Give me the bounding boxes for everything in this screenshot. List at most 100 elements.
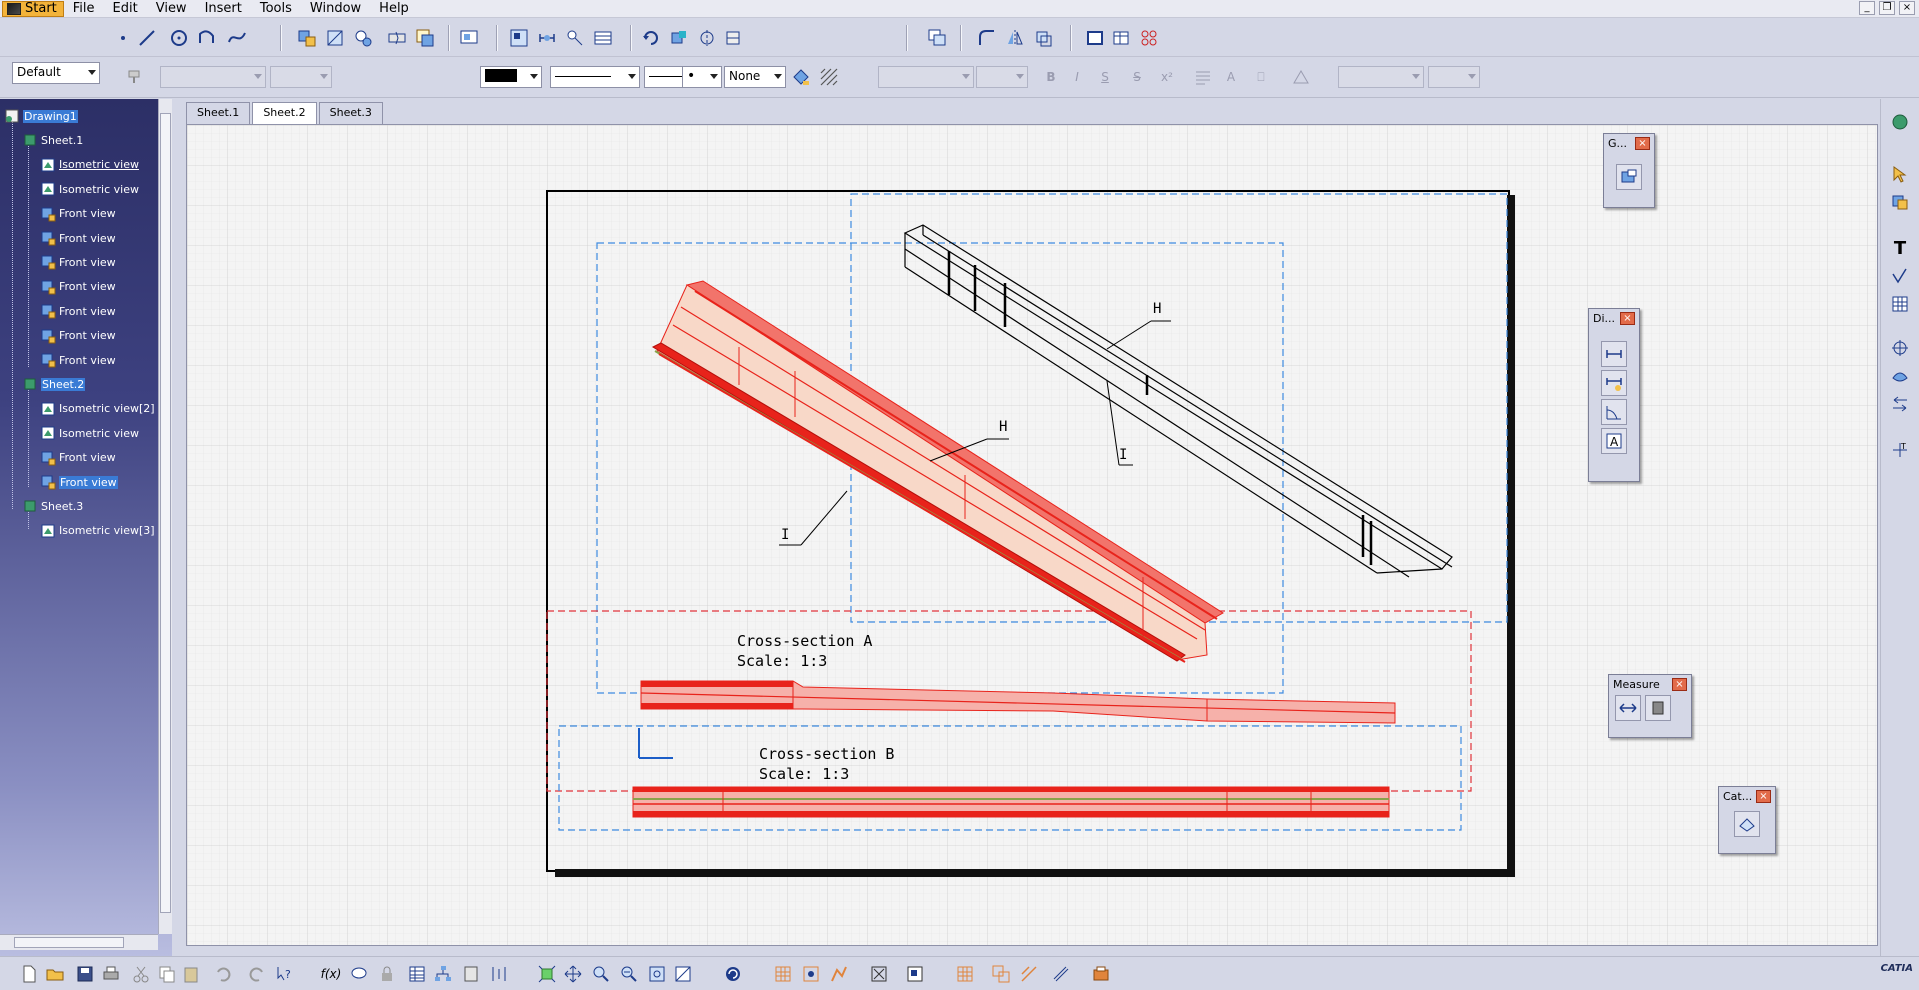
circle-icon[interactable] <box>168 27 190 49</box>
whats-this-icon[interactable]: ? <box>274 963 296 985</box>
text-size-combo[interactable] <box>976 66 1028 88</box>
translate-icon[interactable] <box>1032 27 1054 49</box>
tree-horizontal-scrollbar[interactable] <box>0 934 158 950</box>
geometry-palette-titlebar[interactable]: G... × <box>1604 134 1654 152</box>
new-view-icon[interactable] <box>296 27 318 49</box>
position-text-icon[interactable]: T <box>1889 439 1911 461</box>
text-font-combo[interactable] <box>878 66 974 88</box>
dimension-angle-button[interactable] <box>1601 399 1627 425</box>
mirror-icon[interactable] <box>1004 27 1026 49</box>
dimension-generation-icon[interactable] <box>536 27 558 49</box>
sheet-nav-icon[interactable] <box>1889 191 1911 213</box>
geometry-palette-tool[interactable] <box>1616 164 1642 190</box>
section-view-icon[interactable] <box>324 27 346 49</box>
close-icon[interactable]: × <box>1672 677 1687 691</box>
dimension-precision-combo[interactable] <box>1428 66 1480 88</box>
dimension-display-icon[interactable] <box>1018 963 1040 985</box>
color-combo[interactable] <box>480 66 542 88</box>
catalog-icon[interactable] <box>460 963 482 985</box>
menu-start[interactable]: Start <box>2 0 64 17</box>
style-combo[interactable]: Default <box>12 62 100 84</box>
catalog-palette-titlebar[interactable]: Cat... × <box>1719 787 1775 805</box>
tree-node[interactable]: Front view <box>40 278 116 296</box>
copy-icon[interactable] <box>156 963 178 985</box>
save-icon[interactable] <box>74 963 96 985</box>
lock-view-icon[interactable] <box>1050 963 1072 985</box>
tree-node[interactable]: Isometric view <box>40 156 139 174</box>
zoom-in-icon[interactable] <box>590 963 612 985</box>
tree-node[interactable]: Front view <box>40 449 116 467</box>
point-icon[interactable] <box>112 27 134 49</box>
tree-scroll-thumb[interactable] <box>160 113 171 913</box>
table-icon[interactable] <box>1110 27 1132 49</box>
underline-icon[interactable]: S <box>1094 66 1116 88</box>
font-size-combo[interactable] <box>270 66 332 88</box>
menu-view[interactable]: View <box>147 1 196 16</box>
window-cascade-icon[interactable] <box>926 27 948 49</box>
minimize-button[interactable]: _ <box>1859 1 1875 15</box>
comment-icon[interactable] <box>348 963 370 985</box>
tree-node[interactable]: Front view <box>40 351 116 369</box>
close-icon[interactable]: × <box>1635 136 1650 150</box>
hierarchy-icon[interactable] <box>432 963 454 985</box>
profile-icon[interactable] <box>196 27 218 49</box>
pattern-combo[interactable]: None <box>724 66 786 88</box>
redo-icon[interactable] <box>246 963 268 985</box>
zoom-area-icon[interactable] <box>646 963 668 985</box>
select-arrow-icon[interactable] <box>1889 163 1911 185</box>
bold-icon[interactable]: B <box>1040 66 1062 88</box>
print-icon[interactable] <box>100 963 122 985</box>
update-icon[interactable] <box>640 27 662 49</box>
view-layout-icon[interactable] <box>904 963 926 985</box>
point-symbol-combo[interactable]: • <box>682 66 722 88</box>
tree-node[interactable]: Isometric view <box>40 424 139 442</box>
tab-sheet-1[interactable]: Sheet.1 <box>186 102 251 124</box>
paint-bucket-icon[interactable] <box>790 66 812 88</box>
refresh-icon[interactable] <box>722 963 744 985</box>
filter-icon[interactable] <box>868 963 890 985</box>
tree-vertical-scrollbar[interactable] <box>158 99 172 934</box>
analysis-icon[interactable] <box>488 963 510 985</box>
pan-icon[interactable] <box>562 963 584 985</box>
menu-help[interactable]: Help <box>370 1 418 16</box>
dimension-tool-button[interactable] <box>1601 341 1627 367</box>
thread-icon[interactable] <box>722 27 744 49</box>
dimension-chain-button[interactable] <box>1601 370 1627 396</box>
table-tool-icon[interactable] <box>1889 293 1911 315</box>
close-window-button[interactable]: × <box>1899 1 1915 15</box>
tree-node[interactable]: Front view <box>40 229 116 247</box>
tree-hscroll-thumb[interactable] <box>14 937 124 948</box>
dress-up-icon[interactable] <box>668 27 690 49</box>
grid-snap-icon[interactable] <box>1138 27 1160 49</box>
tree-node[interactable]: Sheet.2 <box>22 375 86 393</box>
tree-node[interactable]: Front view <box>40 302 116 320</box>
text-justify-icon[interactable] <box>1192 66 1214 88</box>
restore-button[interactable]: ❐ <box>1879 1 1895 15</box>
menu-window[interactable]: Window <box>301 1 370 16</box>
bill-of-material-icon[interactable] <box>592 27 614 49</box>
italic-icon[interactable]: I <box>1066 66 1088 88</box>
menu-tools[interactable]: Tools <box>251 1 301 16</box>
balloon-generation-icon[interactable] <box>564 27 586 49</box>
sheet-layout-icon[interactable] <box>508 27 530 49</box>
roughness-icon[interactable] <box>1889 265 1911 287</box>
text-tool-icon[interactable]: T <box>1889 237 1911 259</box>
area-fill-icon[interactable] <box>1889 365 1911 387</box>
print-area-icon[interactable] <box>1090 963 1112 985</box>
measure-palette-titlebar[interactable]: Measure × <box>1609 675 1691 693</box>
tab-sheet-2[interactable]: Sheet.2 <box>252 102 317 124</box>
cut-icon[interactable] <box>130 963 152 985</box>
analysis-display-icon[interactable] <box>828 963 850 985</box>
snap-to-point-icon[interactable] <box>800 963 822 985</box>
tab-sheet-3[interactable]: Sheet.3 <box>318 102 383 124</box>
undo-icon[interactable] <box>212 963 234 985</box>
new-file-icon[interactable] <box>18 963 40 985</box>
zoom-out-icon[interactable] <box>618 963 640 985</box>
normal-view-icon[interactable] <box>672 963 694 985</box>
broken-view-icon[interactable] <box>386 27 408 49</box>
tree-node[interactable]: Front view <box>40 327 116 345</box>
symbol-icon[interactable] <box>1290 66 1312 88</box>
hatch-pattern-icon[interactable] <box>818 66 840 88</box>
close-icon[interactable]: × <box>1756 789 1771 803</box>
product-icon[interactable] <box>1889 111 1911 133</box>
